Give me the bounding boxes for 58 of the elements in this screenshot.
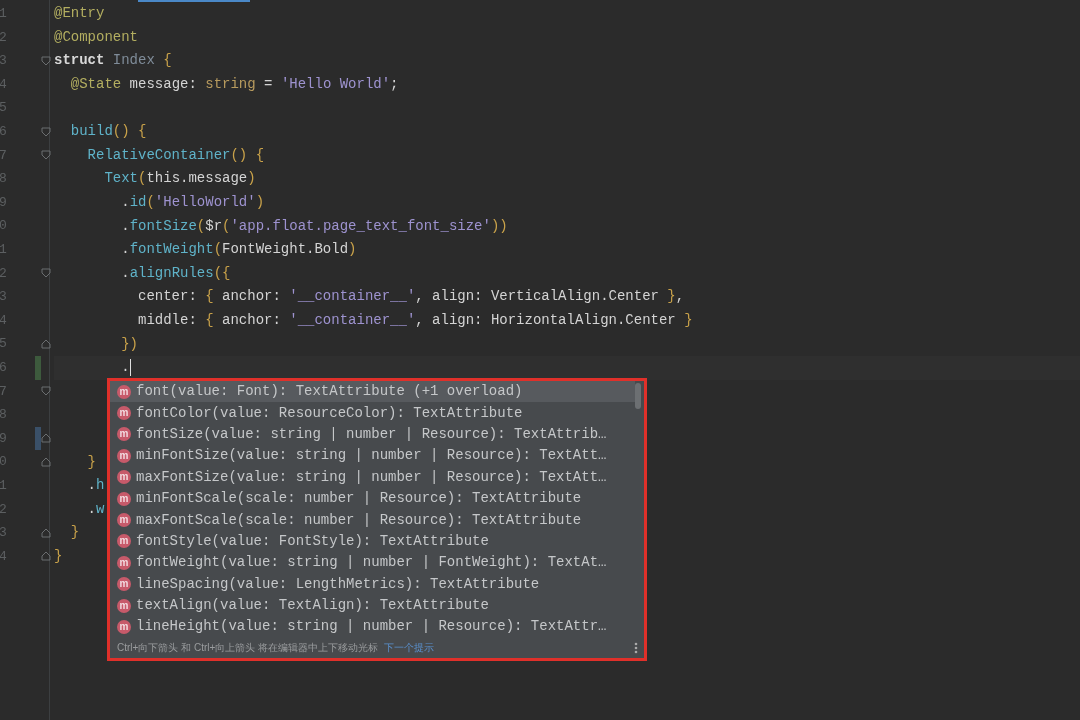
completion-item[interactable]: m minFontScale(scale: number | Resource): TextAttribute	[110, 487, 635, 510]
completion-item[interactable]: m fontSize(value: string | number | Resource): TextAttrib…	[110, 423, 635, 446]
code-line: .h	[86, 476, 105, 496]
scrollbar[interactable]	[635, 383, 641, 409]
code-line: }	[86, 452, 96, 472]
code-line: })	[120, 334, 138, 354]
completion-item[interactable]: m font(value: Font): TextAttribute (+1 overload)	[110, 381, 635, 403]
code-line: struct Index {	[54, 51, 172, 71]
code-line: build() {	[69, 122, 147, 142]
code-line: @State message: string = 'Hello World';	[69, 75, 399, 95]
code-line: .w	[86, 499, 105, 519]
method-icon: m	[117, 406, 131, 421]
method-icon: m	[117, 384, 131, 399]
more-icon[interactable]	[634, 641, 638, 654]
method-icon: m	[117, 534, 131, 549]
code-line: .alignRules({	[120, 263, 231, 283]
code-line: center: { anchor: '__container__', align: VerticalAlign.Center },	[137, 287, 685, 307]
completion-item[interactable]: m fontStyle(value: FontStyle): TextAttribute	[110, 530, 635, 553]
fold-icon[interactable]	[41, 56, 51, 66]
fold-icon[interactable]	[41, 339, 51, 350]
method-icon: m	[117, 491, 131, 506]
code-line: @Entry	[54, 4, 105, 24]
fold-icon[interactable]	[41, 386, 51, 397]
completion-item[interactable]: m fontColor(value: ResourceColor): TextAttribute	[110, 402, 635, 424]
code-line: RelativeContainer() {	[86, 145, 265, 165]
method-icon: m	[117, 620, 131, 634]
fold-icon[interactable]	[41, 527, 51, 538]
code-line: .fontWeight(FontWeight.Bold)	[120, 240, 357, 260]
fold-icon[interactable]	[41, 268, 51, 279]
code-line: .fontSize($r('app.float.page_text_font_size'))	[120, 216, 508, 236]
method-icon: m	[117, 555, 131, 570]
code-line: .	[120, 358, 130, 378]
code-line: }	[54, 546, 63, 566]
code-line: Text(this.message)	[103, 169, 256, 189]
method-icon: m	[117, 427, 131, 442]
fold-icon[interactable]	[41, 433, 51, 444]
code-line: @Component	[54, 27, 138, 47]
completion-item[interactable]: m minFontSize(value: string | number | Resource): TextAtt…	[110, 445, 635, 467]
code-line: }	[69, 523, 80, 543]
completion-item[interactable]: m lineSpacing(value: LengthMetrics): TextAttribute	[110, 573, 635, 595]
fold-icon[interactable]	[41, 457, 51, 468]
next-tip-link[interactable]: 下一个提示	[384, 640, 435, 656]
method-icon: m	[117, 513, 131, 528]
method-icon: m	[117, 448, 131, 463]
code-line: middle: { anchor: '__container__', align: HorizontalAlign.Center }	[137, 311, 693, 330]
completion-item[interactable]: m maxFontSize(value: string | number | Resource): TextAtt…	[110, 466, 635, 488]
method-icon: m	[117, 470, 131, 485]
fold-icon[interactable]	[41, 150, 51, 161]
code-line: .id('HelloWorld')	[120, 193, 265, 213]
method-icon: m	[117, 598, 131, 613]
completion-item[interactable]: m textAlign(value: TextAlign): TextAttribute	[110, 594, 635, 617]
completion-item[interactable]: m fontWeight(value: string | number | FontWeight): TextAt…	[110, 552, 635, 574]
fold-icon[interactable]	[41, 551, 51, 562]
text-cursor	[129, 359, 132, 377]
method-icon: m	[117, 577, 131, 592]
completion-item[interactable]: m maxFontScale(scale: number | Resource): TextAttribute	[110, 509, 635, 531]
completion-item[interactable]: m lineHeight(value: string | number | Resource): TextAttr…	[110, 616, 635, 638]
fold-icon[interactable]	[41, 126, 51, 137]
